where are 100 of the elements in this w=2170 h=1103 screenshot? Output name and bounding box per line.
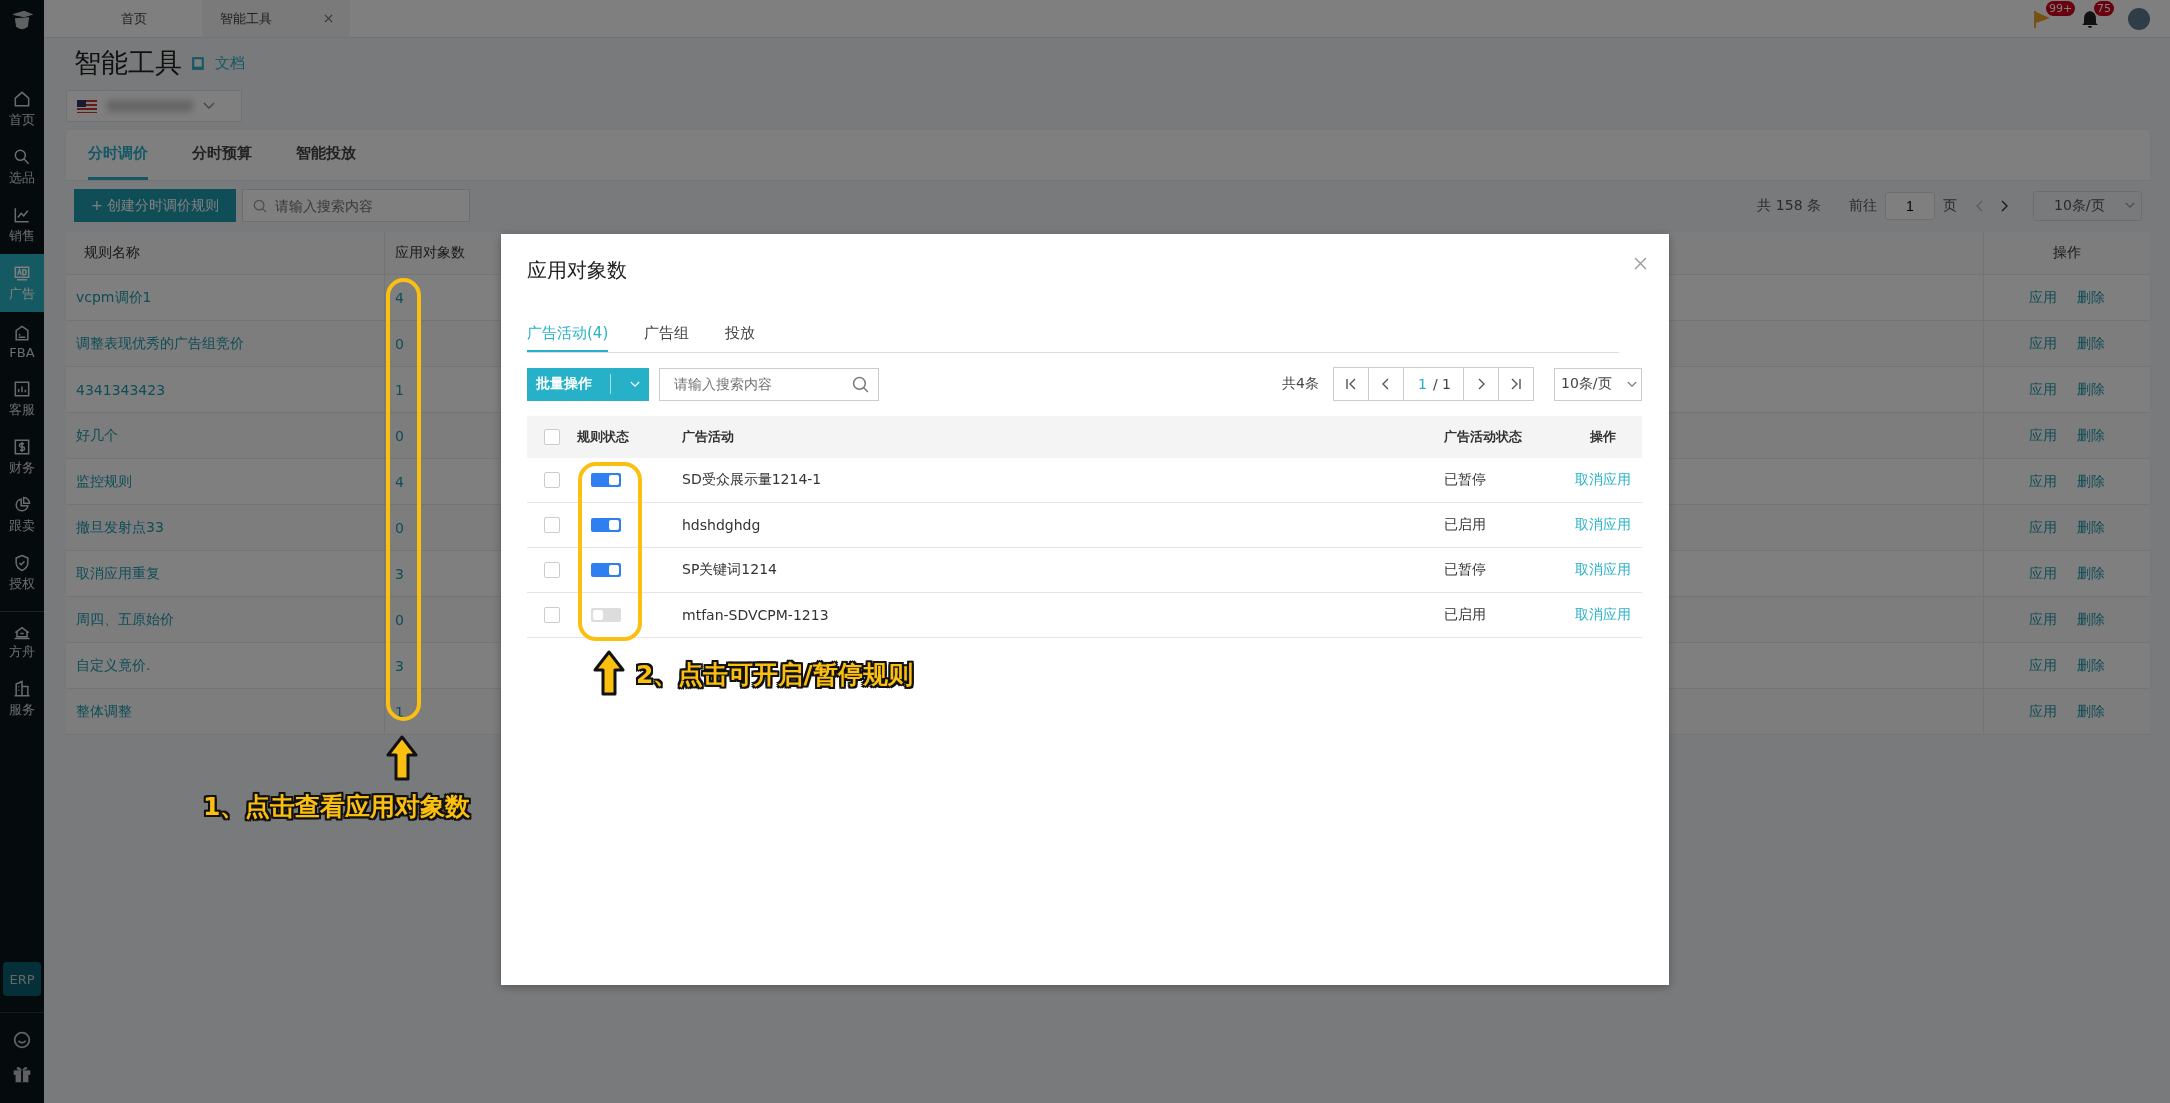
doc-link[interactable]: 文档	[215, 53, 245, 73]
action-link[interactable]: 删除	[2077, 610, 2105, 629]
column-header: 规则名称	[84, 244, 140, 262]
object-count-link[interactable]: 0	[395, 335, 404, 352]
column-header: 广告活动状态	[1444, 428, 1523, 446]
tab[interactable]: 广告活动(4)	[527, 316, 609, 352]
checkbox[interactable]	[544, 472, 560, 488]
toggle-switch[interactable]	[591, 518, 621, 532]
object-count-link[interactable]: 0	[395, 611, 404, 628]
object-count-link[interactable]: 3	[395, 657, 404, 674]
checkbox[interactable]	[544, 429, 560, 445]
cancel-apply-link[interactable]: 取消应用	[1575, 561, 1631, 579]
object-count-link[interactable]: 1	[395, 381, 404, 398]
sidebar-item[interactable]: 服务	[0, 670, 44, 728]
tab[interactable]: 智能投放	[296, 130, 356, 180]
object-count-link[interactable]: 0	[395, 519, 404, 536]
search-field[interactable]: 请输入搜索内容	[659, 367, 879, 401]
search-icon	[253, 199, 268, 213]
annotation-text: 2、点击可开启/暂停规则	[636, 659, 913, 691]
sidebar-item[interactable]: 选品	[0, 138, 44, 196]
action-link[interactable]: 应用	[2029, 610, 2057, 629]
rule-name-link[interactable]: 撤旦发射点33	[76, 518, 164, 537]
action-link[interactable]: 删除	[2077, 564, 2105, 583]
page-size-select[interactable]: 10条/页	[2033, 190, 2142, 221]
rule-name-link[interactable]: 监控规则	[76, 472, 132, 491]
close-icon[interactable]	[323, 14, 333, 23]
rule-name-link[interactable]: 调整表现优秀的广告组竞价	[76, 334, 244, 353]
chart-icon	[12, 205, 32, 225]
toggle-switch[interactable]	[591, 608, 621, 622]
close-icon[interactable]	[1634, 256, 1647, 270]
action-link[interactable]: 应用	[2029, 380, 2057, 399]
object-count-link[interactable]: 3	[395, 565, 404, 582]
annotation-text: 1、点击查看应用对象数	[203, 791, 471, 823]
action-link[interactable]: 删除	[2077, 518, 2105, 537]
action-link[interactable]: 应用	[2029, 334, 2057, 353]
rule-name-link[interactable]: 好几个	[76, 426, 118, 445]
action-link[interactable]: 删除	[2077, 334, 2105, 353]
action-link[interactable]: 应用	[2029, 472, 2057, 491]
page-tab[interactable]: 首页	[66, 0, 202, 37]
search-icon	[852, 375, 869, 393]
rule-name-link[interactable]: 整体调整	[76, 702, 132, 721]
action-link[interactable]: 应用	[2029, 564, 2057, 583]
sidebar-item[interactable]: 跟卖	[0, 486, 44, 544]
sidebar-item[interactable]: 首页	[0, 80, 44, 138]
page-number[interactable]: 1	[1418, 376, 1427, 392]
tab[interactable]: 分时预算	[192, 130, 252, 180]
batch-action-button[interactable]: 批量操作	[527, 367, 649, 401]
action-link[interactable]: 应用	[2029, 288, 2057, 307]
action-link[interactable]: 应用	[2029, 518, 2057, 537]
previous-page-icon[interactable]	[1975, 199, 1983, 212]
flag-icon	[77, 99, 97, 113]
sidebar-item[interactable]: 财务	[0, 428, 44, 486]
cancel-apply-link[interactable]: 取消应用	[1575, 516, 1631, 534]
action-link[interactable]: 删除	[2077, 702, 2105, 721]
action-link[interactable]: 应用	[2029, 426, 2057, 445]
sidebar-item[interactable]: 授权	[0, 544, 44, 602]
search-field[interactable]: 请输入搜索内容	[242, 189, 471, 222]
object-count-link[interactable]: 0	[395, 427, 404, 444]
count-badge: 99+	[2046, 0, 2076, 16]
tab[interactable]: 投放	[725, 316, 756, 352]
column-header: 规则状态	[577, 428, 630, 446]
action-link[interactable]: 删除	[2077, 656, 2105, 675]
column-header: 操作	[1589, 428, 1617, 446]
sidebar-item[interactable]: 销售	[0, 196, 44, 254]
action-link[interactable]: 应用	[2029, 656, 2057, 675]
sidebar-item[interactable]: 方舟	[0, 611, 44, 670]
sidebar-item[interactable]: FBA	[0, 312, 44, 370]
table-cell-text: 已暂停	[1444, 471, 1487, 489]
bell-icon[interactable]	[2080, 8, 2100, 29]
checkbox[interactable]	[544, 607, 560, 623]
cancel-apply-link[interactable]: 取消应用	[1575, 606, 1631, 624]
page-input[interactable]: 1	[1885, 191, 1935, 220]
avatar[interactable]	[2128, 7, 2150, 30]
rule-name-link[interactable]: 周四、五原始价	[76, 610, 174, 629]
table-cell-text: hdshdghdg	[682, 517, 762, 533]
page-size-select[interactable]: 10条/页	[1554, 367, 1642, 401]
next-page-icon[interactable]	[2001, 199, 2009, 212]
checkbox[interactable]	[544, 562, 560, 578]
erp-badge[interactable]: ERP	[3, 962, 41, 996]
create-rule-button[interactable]: + 创建分时调价规则	[74, 189, 237, 222]
checkbox[interactable]	[544, 517, 560, 533]
sidebar-item[interactable]: 广告	[0, 254, 44, 312]
object-count-link[interactable]: 4	[395, 289, 404, 306]
action-link[interactable]: 删除	[2077, 380, 2105, 399]
store-selector[interactable]	[66, 90, 242, 122]
action-link[interactable]: 删除	[2077, 472, 2105, 491]
tab[interactable]: 广告组	[644, 316, 690, 352]
sidebar-item[interactable]: 客服	[0, 370, 44, 428]
cancel-apply-link[interactable]: 取消应用	[1575, 471, 1631, 489]
rule-name-link[interactable]: 4341343423	[76, 381, 166, 398]
rule-name-link[interactable]: 自定义竟价.	[76, 656, 151, 675]
action-link[interactable]: 应用	[2029, 702, 2057, 721]
toggle-switch[interactable]	[591, 563, 621, 577]
page-tab[interactable]: 智能工具	[202, 0, 350, 37]
toggle-switch[interactable]	[591, 473, 621, 487]
action-link[interactable]: 删除	[2077, 288, 2105, 307]
object-count-link[interactable]: 4	[395, 473, 404, 490]
rule-name-link[interactable]: 取消应用重复	[76, 564, 160, 583]
rule-name-link[interactable]: vcpm调价1	[76, 288, 152, 307]
action-link[interactable]: 删除	[2077, 426, 2105, 445]
